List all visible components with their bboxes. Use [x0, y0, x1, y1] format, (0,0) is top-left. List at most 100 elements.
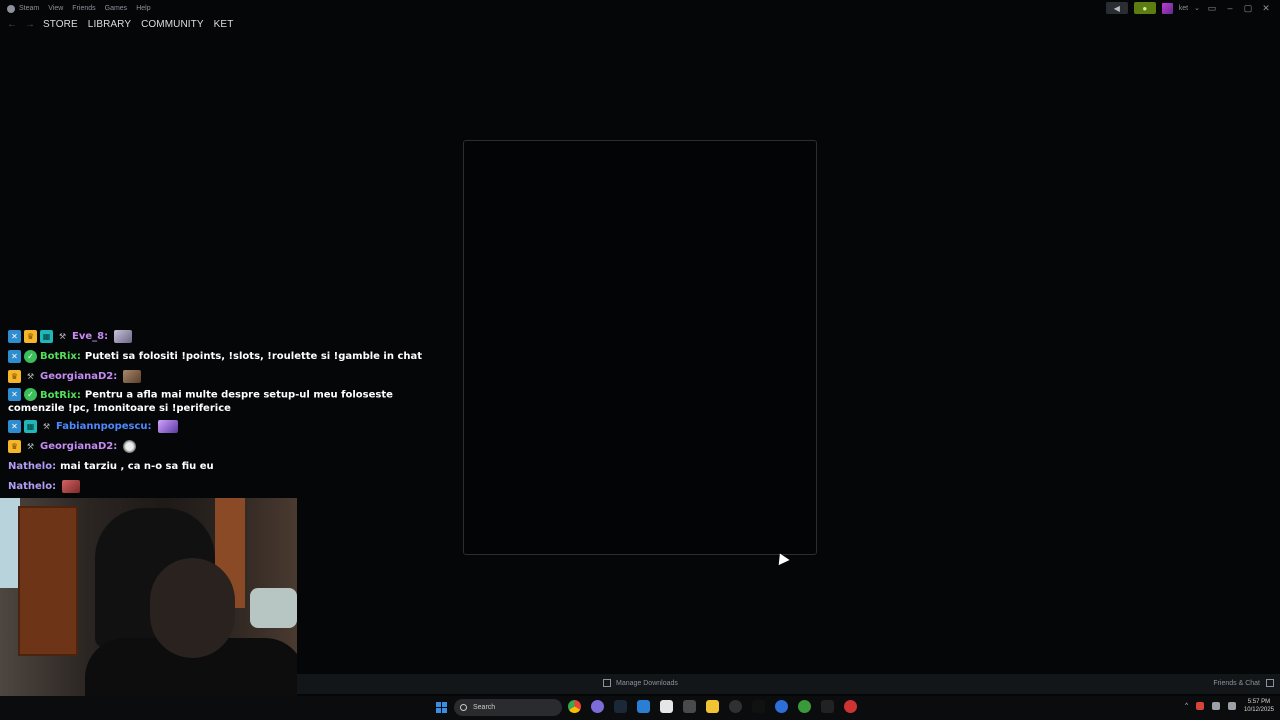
windows-start-icon[interactable] [436, 702, 447, 713]
hammer-badge-icon: ⚒ [58, 331, 67, 341]
title-bar: Steam View Friends Games Help ◀ ● ket ⌄ … [0, 0, 1280, 17]
emote-image [157, 420, 178, 433]
main-nav: ← → STORE LIBRARY COMMUNITY KET [0, 17, 1280, 31]
capcut-icon[interactable] [660, 700, 673, 713]
friends-chat-button[interactable]: Friends & Chat [1213, 680, 1260, 687]
megaphone-icon: ◀ [1113, 3, 1120, 13]
forward-arrow-icon[interactable]: → [25, 19, 35, 30]
webcam-plant [250, 588, 297, 628]
emote-image [123, 440, 137, 453]
vscode-icon[interactable] [637, 700, 650, 713]
big-picture-icon[interactable]: ▭ [1206, 3, 1218, 14]
crown-badge-icon: ♛ [24, 329, 37, 343]
chevron-up-icon[interactable]: ^ [1185, 703, 1188, 709]
nav-community[interactable]: COMMUNITY [141, 19, 204, 30]
menu-help[interactable]: Help [136, 5, 150, 12]
steam-logo-icon [7, 4, 15, 13]
menu-friends[interactable]: Friends [72, 5, 95, 12]
volume-icon[interactable] [1227, 702, 1236, 710]
grid-badge-icon: ▦ [40, 329, 53, 343]
chat-username: GeorgianaD2: [40, 370, 118, 382]
grid-badge-icon: ▦ [24, 420, 37, 433]
webcam-window [0, 498, 20, 588]
windows-taskbar: Search ^ 5:57 PM 10/12/2025 [0, 696, 1280, 720]
back-arrow-icon[interactable]: ← [7, 19, 17, 30]
system-tray: ^ 5:57 PM 10/12/2025 [1185, 698, 1274, 714]
chat-message: ♛ ⚒ GeorgianaD2: [8, 439, 428, 455]
app-icon[interactable] [752, 700, 765, 713]
downloads-icon[interactable] [603, 679, 611, 687]
chat-message: ✕ ✓ BotRix: Pentru a afla mai multe despre … [8, 388, 428, 415]
taskbar-search[interactable]: Search [454, 699, 562, 716]
menu-view[interactable]: View [48, 5, 63, 12]
hammer-badge-icon: ⚒ [26, 371, 35, 381]
webcam-shelf [18, 506, 78, 656]
emote-image [62, 480, 81, 493]
chat-username: GeorgianaD2: [40, 441, 118, 452]
verified-badge-icon: ✓ [24, 388, 37, 401]
search-icon [460, 704, 467, 711]
chat-username: BotRix: [40, 389, 81, 401]
titlebar-controls: ◀ ● ket ⌄ ▭ – ▢ ✕ [1105, 2, 1272, 14]
xbox-icon[interactable] [798, 700, 811, 713]
chat-message: Nathelo: mai tarziu , ca n-o sa fiu eu [8, 459, 428, 475]
manage-downloads-button[interactable]: Manage Downloads [616, 680, 678, 687]
stream-chat-overlay: ✕ ♛ ▦ ⚒ Eve_8: ✕ ✓ BotRix: Puteti sa fol… [8, 328, 428, 499]
app-icon[interactable] [844, 700, 857, 713]
friends-icon[interactable] [1266, 679, 1274, 687]
taskbar-pinned-apps [568, 700, 857, 713]
emote-image [114, 329, 133, 343]
search-placeholder: Search [473, 704, 496, 711]
chat-username: Eve_8: [72, 330, 109, 342]
nav-store[interactable]: STORE [43, 19, 78, 30]
network-icon[interactable] [1211, 702, 1220, 710]
webcam-person-head [150, 558, 235, 658]
menu-steam[interactable]: Steam [19, 5, 39, 12]
chat-text: mai tarziu , ca n-o sa fiu eu [60, 461, 214, 472]
chat-username: BotRix: [40, 350, 81, 362]
steam-window: Steam View Friends Games Help ◀ ● ket ⌄ … [0, 0, 1280, 720]
nav-library[interactable]: LIBRARY [88, 19, 131, 30]
bell-icon: ● [1142, 3, 1148, 13]
chat-message: ✕ ▦ ⚒ Fabiannpopescu: [8, 419, 428, 435]
crown-badge-icon: ♛ [8, 440, 21, 453]
chat-message: ✕ ♛ ▦ ⚒ Eve_8: [8, 328, 428, 344]
clock-time: 5:57 PM [1247, 699, 1271, 705]
app-icon[interactable] [683, 700, 696, 713]
chat-username: Nathelo: [8, 481, 57, 492]
clock-date: 10/12/2025 [1243, 707, 1274, 713]
file-explorer-icon[interactable] [706, 700, 719, 713]
vip-badge-icon: ✕ [8, 349, 21, 363]
maximize-icon[interactable]: ▢ [1242, 3, 1254, 14]
chat-message: ✕ ✓ BotRix: Puteti sa folositi !points, … [8, 348, 428, 364]
app-icon[interactable] [775, 700, 788, 713]
nav-profile[interactable]: KET [214, 19, 234, 30]
close-icon[interactable]: ✕ [1260, 3, 1272, 14]
app-icon[interactable] [729, 700, 742, 713]
account-menu[interactable]: ket [1179, 5, 1188, 12]
avatar[interactable] [1161, 2, 1173, 14]
steam-icon[interactable] [614, 700, 627, 713]
hammer-badge-icon: ⚒ [26, 442, 35, 451]
chevron-down-icon[interactable]: ⌄ [1194, 4, 1200, 12]
vip-badge-icon: ✕ [8, 388, 21, 401]
steam-bottom-bar: Manage Downloads Friends & Chat [297, 674, 1280, 694]
chat-username: Fabiannpopescu: [56, 421, 152, 432]
vip-badge-icon: ✕ [8, 329, 21, 343]
broadcast-button[interactable]: ◀ [1105, 2, 1128, 14]
emote-image [123, 369, 142, 383]
menu-games[interactable]: Games [105, 5, 128, 12]
notifications-button[interactable]: ● [1133, 2, 1156, 14]
chat-message: Nathelo: [8, 479, 428, 495]
terminal-icon[interactable] [821, 700, 834, 713]
chat-username: Nathelo: [8, 461, 57, 472]
taskbar-clock[interactable]: 5:57 PM 10/12/2025 [1244, 698, 1274, 714]
minimize-icon[interactable]: – [1224, 3, 1236, 13]
chat-message: ♛ ⚒ GeorgianaD2: [8, 368, 428, 384]
microphone-icon[interactable] [1195, 702, 1204, 710]
vip-badge-icon: ✕ [8, 420, 21, 433]
discord-icon[interactable] [591, 700, 604, 713]
verified-badge-icon: ✓ [24, 349, 37, 363]
chrome-icon[interactable] [568, 700, 581, 713]
content-frame [463, 140, 817, 555]
